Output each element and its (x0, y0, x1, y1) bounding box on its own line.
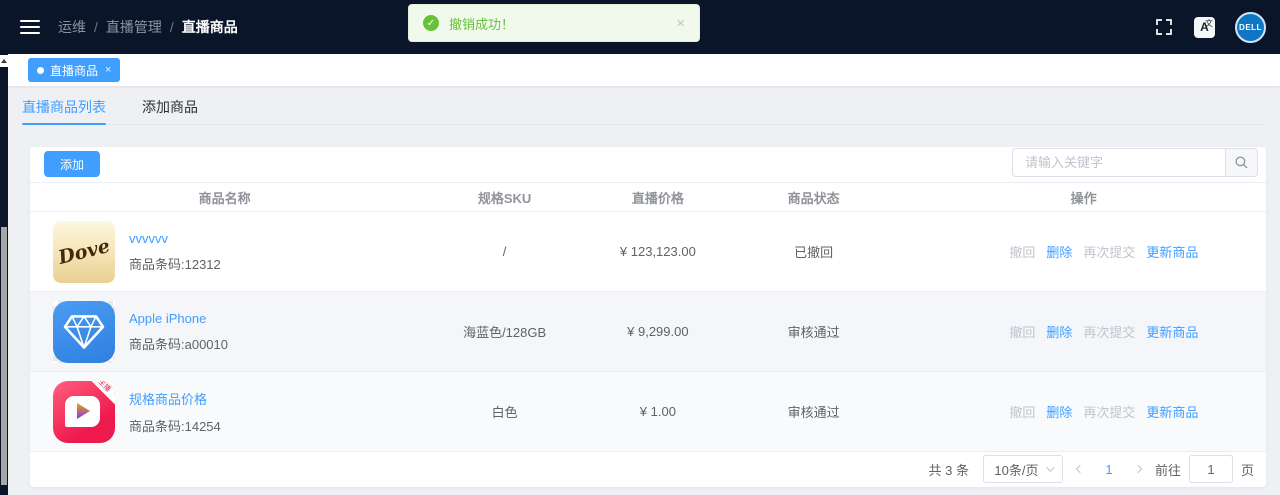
success-toast: ✓ 撤销成功！ × (408, 4, 700, 42)
header-product-name: 商品名称 (198, 190, 251, 206)
goto-page-input[interactable] (1188, 455, 1233, 483)
tag-close-icon[interactable]: × (105, 64, 111, 76)
prev-page-button[interactable] (1075, 464, 1085, 474)
pagination-total: 共 3 条 (928, 462, 969, 478)
cell-sku: 海蓝色/128GB (463, 325, 547, 340)
product-image-diamond (53, 300, 115, 363)
page-size-value: 10条/页 (994, 462, 1039, 478)
navbar-right-tools: A 文 DELL (1154, 11, 1266, 43)
product-image-dove: Dove (53, 220, 115, 283)
action-revoke-link[interactable]: 撤回 (1009, 322, 1035, 341)
keyword-search-group (1012, 148, 1258, 177)
product-image-live-app: 主播 (53, 380, 115, 443)
action-resubmit-link[interactable]: 再次提交 (1083, 402, 1135, 421)
sidebar-scrollbar-track[interactable] (0, 54, 8, 495)
diamond-icon (63, 314, 105, 349)
action-delete-link[interactable]: 删除 (1046, 402, 1072, 421)
page-unit-label: 页 (1240, 462, 1254, 478)
breadcrumb-separator: / (94, 19, 98, 35)
action-revoke-link[interactable]: 撤回 (1009, 402, 1035, 421)
toast-close-icon[interactable]: × (676, 15, 685, 32)
product-name-link[interactable]: 规格商品价格 (129, 389, 221, 408)
chevron-right-icon (1133, 464, 1143, 474)
tab-add-product[interactable]: 添加商品 (142, 86, 198, 124)
action-update-link[interactable]: 更新商品 (1146, 242, 1198, 261)
action-delete-link[interactable]: 删除 (1046, 242, 1072, 261)
route-tag-live-products[interactable]: 直播商品 × (28, 58, 121, 82)
keyword-search-input[interactable] (1012, 148, 1225, 177)
dove-brand-text: Dove (55, 234, 113, 269)
tag-active-dot-icon (37, 66, 44, 74)
cell-sku: / (502, 244, 507, 259)
product-name-link[interactable]: Apple iPhone (129, 311, 228, 326)
pagination-bar: 共 3 条 10条/页 1 前往 页 (30, 452, 1266, 486)
toast-message: 撤销成功！ (449, 16, 515, 32)
header-operations: 操作 (1070, 190, 1097, 206)
breadcrumb-item-ops[interactable]: 运维 (58, 17, 86, 37)
tab-product-list[interactable]: 直播商品列表 (22, 86, 106, 125)
cell-status: 已撤回 (794, 245, 834, 260)
breadcrumb-separator: / (169, 19, 174, 35)
action-update-link[interactable]: 更新商品 (1146, 322, 1198, 341)
cell-price: ¥ 123,123.00 (619, 244, 696, 259)
page-size-select[interactable]: 10条/页 (982, 455, 1063, 483)
chevron-down-icon (1045, 463, 1055, 472)
scrollbar-thumb[interactable] (1, 227, 7, 485)
goto-label: 前往 (1154, 462, 1181, 478)
chevron-left-icon (1075, 464, 1085, 474)
page-number-current[interactable]: 1 (1099, 462, 1119, 477)
live-play-bubble-icon (65, 395, 100, 427)
success-check-icon: ✓ (423, 15, 439, 31)
action-update-link[interactable]: 更新商品 (1146, 402, 1198, 421)
fullscreen-icon[interactable] (1154, 17, 1174, 37)
breadcrumb-item-current: 直播商品 (181, 19, 238, 35)
header-live-price: 直播价格 (631, 190, 684, 206)
action-resubmit-link[interactable]: 再次提交 (1083, 242, 1135, 261)
product-barcode: 商品条码:a00010 (129, 336, 228, 352)
cell-status: 审核通过 (787, 405, 840, 420)
table-row: Dove vvvvvv 商品条码:12312 / ¥ 123,123.00 已撤… (30, 212, 1266, 292)
next-page-button[interactable] (1133, 464, 1143, 474)
table-toolbar: 添加 (30, 147, 1266, 182)
cell-price: ¥ 1.00 (639, 404, 676, 419)
cell-status: 审核通过 (787, 325, 840, 340)
translate-cjk-letter: 文 (1205, 18, 1213, 28)
product-name-link[interactable]: vvvvvv (129, 231, 221, 246)
cell-sku: 白色 (491, 405, 518, 420)
breadcrumb: 运维 / 直播管理 / 直播商品 (58, 17, 238, 37)
table-row: Apple iPhone 商品条码:a00010 海蓝色/128GB ¥ 9,2… (30, 292, 1266, 372)
action-resubmit-link[interactable]: 再次提交 (1083, 322, 1135, 341)
header-status: 商品状态 (787, 190, 840, 206)
search-icon (1235, 156, 1248, 169)
product-barcode: 商品条码:12312 (129, 256, 221, 272)
hamburger-menu-icon[interactable] (20, 20, 40, 34)
product-table-card: 添加 商品名称 规格SKU 直播价格 商品状态 操作 Dove vvvvvv 商… (30, 147, 1266, 487)
search-button[interactable] (1225, 148, 1258, 177)
page-jumper: 前往 页 (1155, 455, 1254, 483)
action-delete-link[interactable]: 删除 (1046, 322, 1072, 341)
table-header-row: 商品名称 规格SKU 直播价格 商品状态 操作 (30, 182, 1266, 212)
breadcrumb-item-live-manage[interactable]: 直播管理 (106, 17, 162, 37)
scrollbar-up-arrow-icon[interactable] (0, 55, 8, 67)
cell-price: ¥ 9,299.00 (627, 324, 689, 339)
product-barcode: 商品条码:14254 (129, 418, 221, 434)
add-button[interactable]: 添加 (44, 151, 101, 177)
user-avatar-dell-logo[interactable]: DELL (1235, 11, 1266, 43)
tag-label: 直播商品 (50, 63, 99, 78)
action-revoke-link[interactable]: 撤回 (1009, 242, 1035, 261)
tabs-row: 直播商品列表 添加商品 (8, 86, 1280, 125)
pager: 1 (1075, 462, 1143, 477)
avatar-brand-text: DELL (1239, 22, 1262, 32)
route-tag-bar: 直播商品 × (8, 54, 1280, 86)
table-row: 主播 规格商品价格 商品条码:14254 白色 ¥ 1.00 审核通过 撤回 删… (30, 372, 1266, 452)
header-sku: 规格SKU (477, 190, 532, 206)
translate-icon[interactable]: A 文 (1194, 16, 1215, 38)
